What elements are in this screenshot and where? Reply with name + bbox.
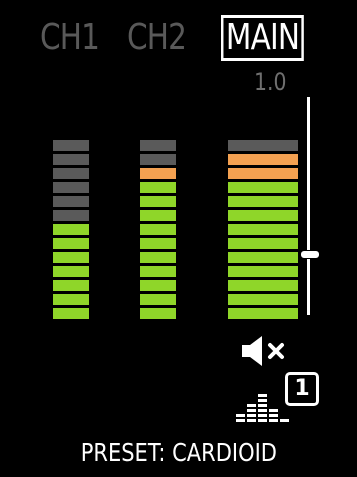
meter-segment (53, 252, 89, 263)
fader-handle[interactable] (300, 249, 320, 259)
gain-value: 1.0 (254, 68, 287, 96)
meter-segment (53, 308, 89, 319)
tab-ch1[interactable]: CH1 (40, 16, 100, 60)
fader-track[interactable] (307, 97, 310, 315)
meter-segment (228, 196, 298, 207)
meter-segment (53, 182, 89, 193)
level-meter-ch1 (53, 140, 89, 322)
level-meter-main (228, 140, 298, 322)
meter-segment (140, 182, 176, 193)
meter-segment (53, 294, 89, 305)
preset-number-badge[interactable]: 1 (285, 372, 319, 406)
meter-segment (140, 168, 176, 179)
meter-segment (140, 210, 176, 221)
speaker-muted-icon[interactable] (240, 334, 292, 368)
meter-segment (140, 294, 176, 305)
meter-segment (228, 210, 298, 221)
meter-segment (53, 196, 89, 207)
meter-segment (53, 168, 89, 179)
meter-segment (228, 224, 298, 235)
tab-main[interactable]: MAIN (221, 15, 305, 61)
meter-segment (53, 238, 89, 249)
meter-segment (53, 224, 89, 235)
meter-segment (228, 294, 298, 305)
meter-segment (228, 238, 298, 249)
meter-segment (140, 224, 176, 235)
meter-segment (228, 252, 298, 263)
meter-segment (53, 154, 89, 165)
meter-segment (228, 182, 298, 193)
meter-segment (53, 280, 89, 291)
meter-segment (140, 238, 176, 249)
meter-segment (228, 266, 298, 277)
meter-segment (228, 280, 298, 291)
tab-ch2[interactable]: CH2 (127, 16, 187, 60)
meter-segment (140, 308, 176, 319)
meter-segment (140, 266, 176, 277)
meter-segment (140, 252, 176, 263)
meter-segment (140, 140, 176, 151)
preset-label-text: PRESET: CARDIOID (80, 438, 277, 467)
preset-label: PRESET: CARDIOID (0, 436, 357, 470)
meter-segment (228, 308, 298, 319)
meter-segment (140, 154, 176, 165)
meter-segment (53, 210, 89, 221)
meter-segment (140, 196, 176, 207)
meter-segment (228, 168, 298, 179)
meter-segment (228, 154, 298, 165)
meter-segment (228, 140, 298, 151)
level-meter-ch2 (140, 140, 176, 322)
meter-segment (53, 140, 89, 151)
meter-segment (53, 266, 89, 277)
meter-segment (140, 280, 176, 291)
